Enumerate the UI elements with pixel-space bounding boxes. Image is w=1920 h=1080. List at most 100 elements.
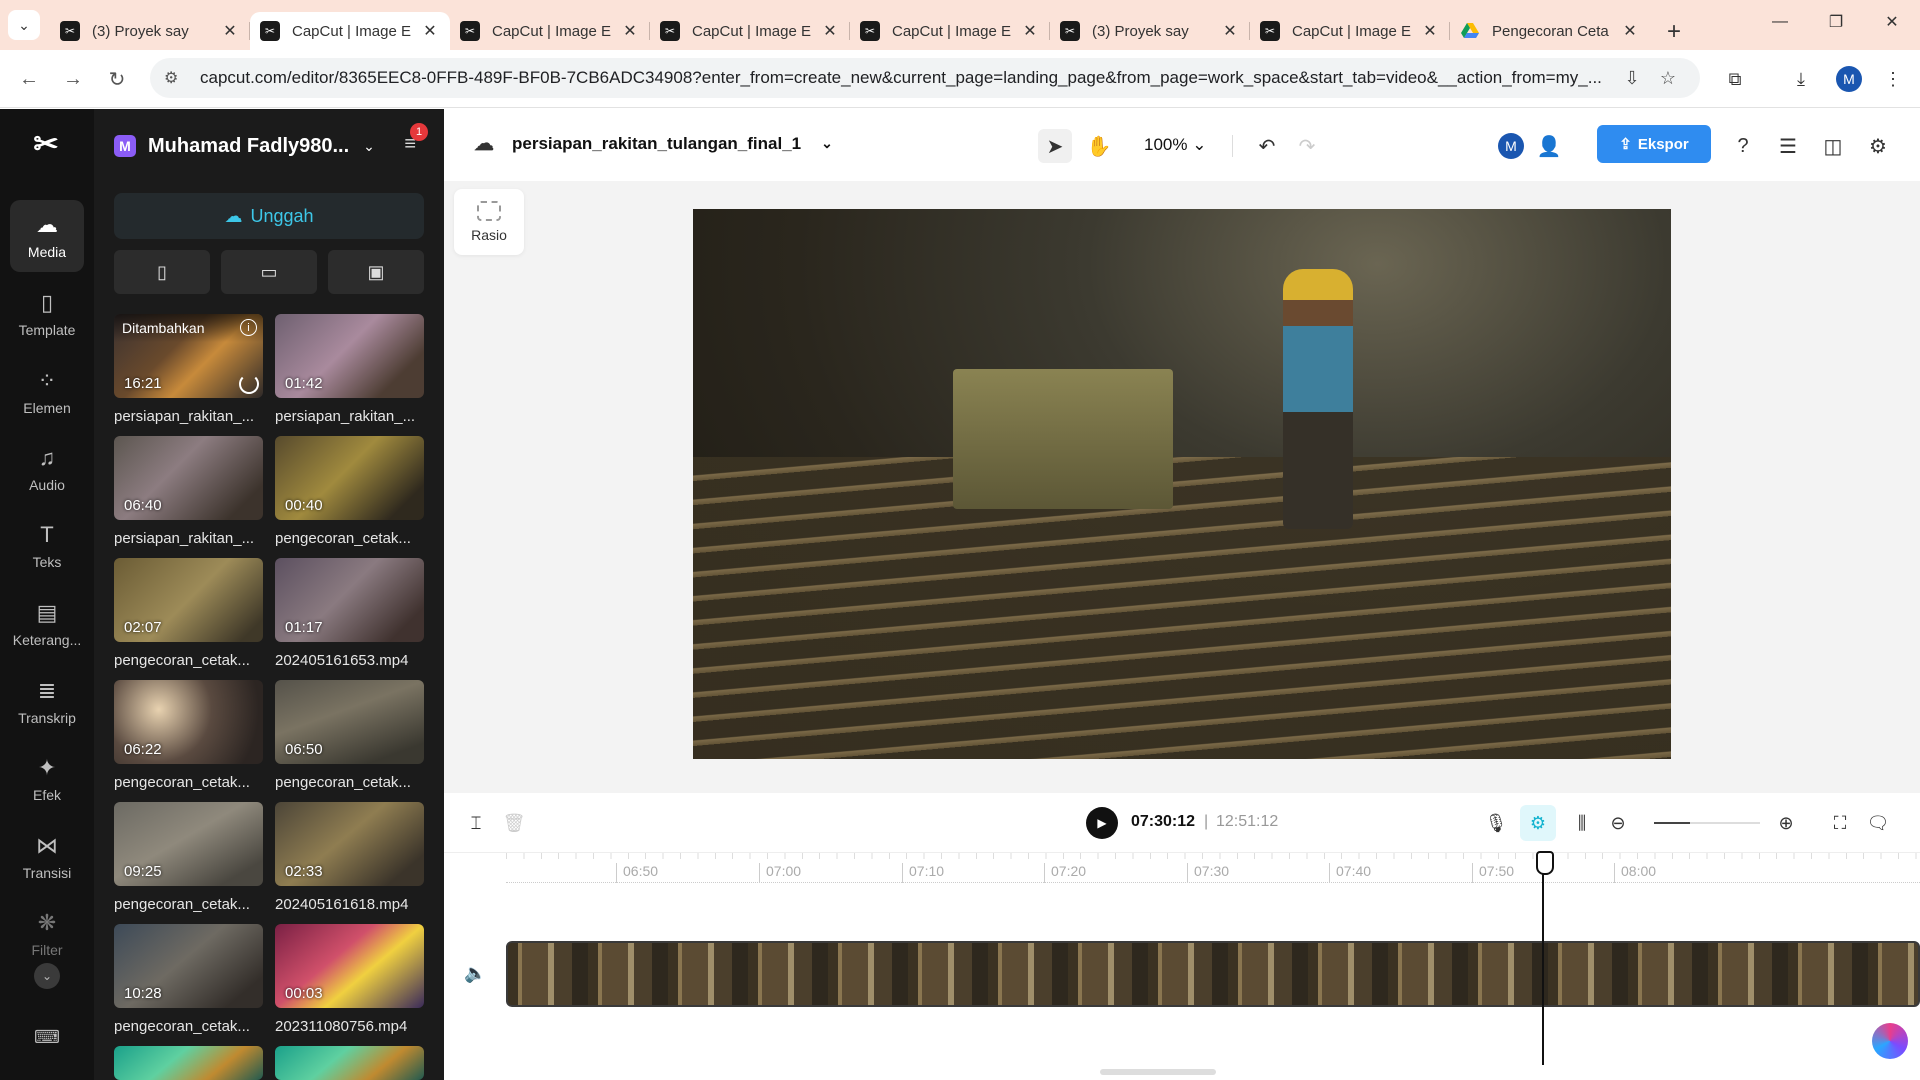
close-icon[interactable]: ✕	[1020, 21, 1040, 41]
record-camera-button[interactable]: ▭	[221, 250, 317, 294]
browser-tab[interactable]: Pengecoran Ceta ✕	[1450, 12, 1650, 50]
media-item[interactable]: 01:42 persiapan_rakitan_...	[275, 314, 424, 425]
browser-menu-icon[interactable]: ⋮	[1878, 64, 1908, 94]
forward-icon[interactable]: →	[58, 64, 88, 94]
browser-tab[interactable]: ✂ (3) Proyek say ✕	[1050, 12, 1250, 50]
media-item[interactable]	[275, 1046, 424, 1080]
media-item[interactable]: 02:07 pengecoran_cetak...	[114, 558, 263, 669]
media-thumbnail[interactable]: 00:03	[275, 924, 424, 1008]
invite-user-icon[interactable]: 👤	[1532, 129, 1566, 163]
help-icon[interactable]: ?	[1726, 129, 1760, 163]
project-name[interactable]: ☁ persiapan_rakitan_tulangan_final_1 ⌄	[474, 131, 833, 156]
rail-item-teks[interactable]: T Teks	[10, 510, 84, 582]
media-item[interactable]: 06:50 pengecoran_cetak...	[275, 680, 424, 791]
media-thumbnail[interactable]: 02:33	[275, 802, 424, 886]
media-thumbnail[interactable]: 02:07	[114, 558, 263, 642]
rail-item-elemen[interactable]: ⁘ Elemen	[10, 356, 84, 428]
back-icon[interactable]: ←	[14, 64, 44, 94]
browser-tab[interactable]: ✂ CapCut | Image E ✕	[1250, 12, 1450, 50]
rail-item-template[interactable]: ▯ Template	[10, 278, 84, 350]
rail-item-filter[interactable]: ❋ Filter	[10, 898, 84, 970]
more-chevron-icon[interactable]: ⌄	[34, 963, 60, 989]
close-icon[interactable]: ✕	[1220, 21, 1240, 41]
fullscreen-icon[interactable]: ⛶	[1826, 809, 1854, 837]
media-item[interactable]: 00:40 pengecoran_cetak...	[275, 436, 424, 547]
media-item[interactable]: Ditambahkan i 16:21 persiapan_rakitan_...	[114, 314, 263, 425]
video-track-clip[interactable]	[506, 941, 1920, 1007]
media-item[interactable]: 06:40 persiapan_rakitan_...	[114, 436, 263, 547]
close-window-icon[interactable]: ✕	[1864, 0, 1920, 44]
media-item[interactable]	[114, 1046, 263, 1080]
rail-item-media[interactable]: ☁ Media	[10, 200, 84, 272]
time-ruler[interactable]: 06:50 07:00 07:10 07:20 07:30 07:40 07:5…	[506, 853, 1920, 883]
reload-icon[interactable]: ↻	[102, 64, 132, 94]
browser-tab[interactable]: ✂ CapCut | Image E ✕	[450, 12, 650, 50]
timeline-scrollbar[interactable]	[1100, 1069, 1216, 1075]
extensions-icon[interactable]: ⧉	[1720, 64, 1750, 94]
new-tab-button[interactable]: +	[1656, 14, 1692, 50]
media-thumbnail[interactable]: 06:40	[114, 436, 263, 520]
collaborator-avatar[interactable]: M	[1494, 129, 1528, 163]
url-text[interactable]: capcut.com/editor/8365EEC8-0FFB-489F-BF0…	[200, 68, 1614, 88]
media-thumbnail[interactable]: Ditambahkan i 16:21	[114, 314, 263, 398]
site-settings-icon[interactable]: ⚙	[164, 68, 188, 88]
zoom-out-icon[interactable]: ⊖	[1604, 809, 1632, 837]
info-icon[interactable]: i	[240, 319, 257, 336]
capcut-logo[interactable]: ✂	[28, 128, 64, 161]
keyboard-shortcuts-icon[interactable]: ⌨	[34, 1027, 60, 1048]
export-button[interactable]: ⇪ Ekspor	[1597, 125, 1711, 163]
media-item[interactable]: 09:25 pengecoran_cetak...	[114, 802, 263, 913]
media-item[interactable]: 06:22 pengecoran_cetak...	[114, 680, 263, 791]
media-thumbnail[interactable]: 01:42	[275, 314, 424, 398]
close-icon[interactable]: ✕	[620, 21, 640, 41]
media-thumbnail[interactable]: 06:22	[114, 680, 263, 764]
close-icon[interactable]: ✕	[420, 21, 440, 41]
record-screen-button[interactable]: ▣	[328, 250, 424, 294]
split-icon[interactable]: ⌶	[462, 809, 490, 837]
account-switcher[interactable]: M Muhamad Fadly980... ⌄ ≡ 1	[114, 123, 428, 161]
timeline-zoom-slider[interactable]	[1654, 822, 1760, 824]
playhead[interactable]	[1536, 851, 1554, 1065]
media-item[interactable]: 01:17 202405161653.mp4	[275, 558, 424, 669]
install-app-icon[interactable]: ⇩	[1614, 68, 1650, 89]
rail-item-transkrip[interactable]: ≣ Transkrip	[10, 666, 84, 738]
zoom-in-icon[interactable]: ⊕	[1772, 809, 1800, 837]
phone-upload-button[interactable]: ▯	[114, 250, 210, 294]
split-scene-icon[interactable]: ⫼	[1568, 809, 1596, 837]
rail-item-efek[interactable]: ✦ Efek	[10, 743, 84, 815]
close-icon[interactable]: ✕	[1620, 21, 1640, 41]
media-thumbnail[interactable]	[275, 1046, 424, 1080]
tab-search-button[interactable]: ⌄	[8, 10, 40, 40]
download-icon[interactable]: ⤓	[1786, 64, 1816, 94]
close-icon[interactable]: ✕	[220, 21, 240, 41]
play-button[interactable]: ▶	[1086, 807, 1118, 839]
bookmark-star-icon[interactable]: ☆	[1650, 68, 1686, 89]
browser-tab[interactable]: ✂ CapCut | Image E ✕	[650, 12, 850, 50]
hand-tool-icon[interactable]: ✋	[1082, 129, 1116, 163]
zoom-level[interactable]: 100% ⌄	[1144, 135, 1206, 155]
redo-icon[interactable]: ↷	[1290, 129, 1324, 163]
media-thumbnail[interactable]: 00:40	[275, 436, 424, 520]
media-thumbnail[interactable]: 09:25	[114, 802, 263, 886]
media-item[interactable]: 02:33 202405161618.mp4	[275, 802, 424, 913]
media-thumbnail[interactable]: 10:28	[114, 924, 263, 1008]
profile-avatar[interactable]: M	[1834, 64, 1864, 94]
rail-item-transisi[interactable]: ⋈ Transisi	[10, 821, 84, 893]
browser-tab[interactable]: ✂ (3) Proyek say ✕	[50, 12, 250, 50]
video-preview[interactable]	[693, 209, 1671, 759]
media-thumbnail[interactable]: 01:17	[275, 558, 424, 642]
close-icon[interactable]: ✕	[820, 21, 840, 41]
undo-icon[interactable]: ↶	[1250, 129, 1284, 163]
aspect-ratio-button[interactable]: Rasio	[454, 189, 524, 255]
browser-tab[interactable]: ✂ CapCut | Image E ✕	[850, 12, 1050, 50]
media-thumbnail[interactable]: 06:50	[275, 680, 424, 764]
delete-icon[interactable]: 🗑	[500, 809, 528, 837]
media-thumbnail[interactable]	[114, 1046, 263, 1080]
microphone-icon[interactable]: 🎙	[1482, 809, 1510, 837]
track-audio-icon[interactable]: 🔈	[464, 963, 486, 984]
settings-icon[interactable]: ⚙	[1861, 129, 1895, 163]
minimize-icon[interactable]: —	[1752, 0, 1808, 44]
restore-icon[interactable]: ❐	[1808, 0, 1864, 44]
media-item[interactable]: 00:03 202311080756.mp4	[275, 924, 424, 1035]
ai-assistant-icon[interactable]	[1872, 1023, 1908, 1059]
